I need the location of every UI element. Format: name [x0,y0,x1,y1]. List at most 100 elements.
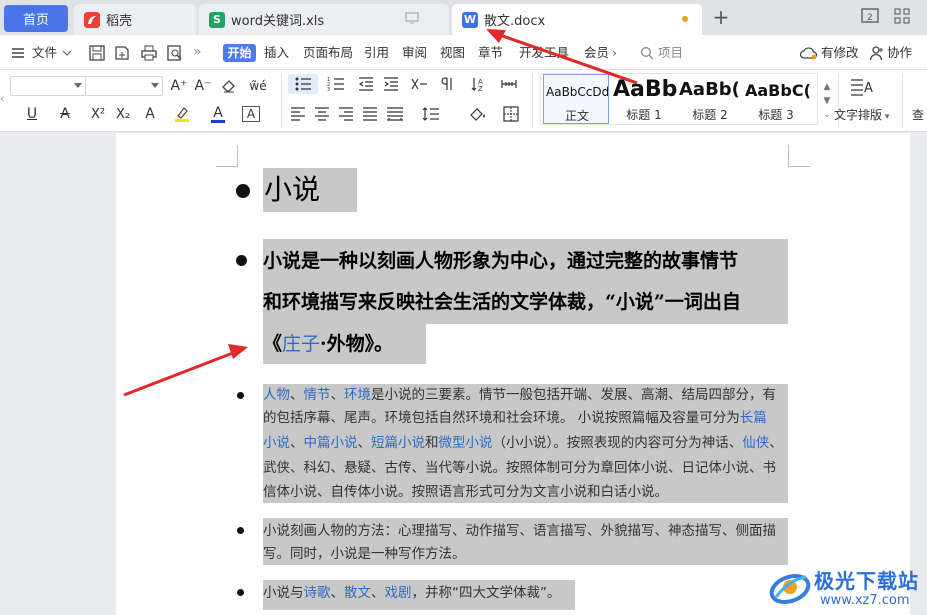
link-xianxia[interactable]: 仙侠 [742,435,769,451]
paragraph-mark-icon[interactable] [438,74,460,94]
search-label[interactable]: 项目 [658,35,683,70]
line-spacing-icon[interactable] [418,104,444,124]
menu-devtools[interactable]: 开发工具 [519,35,569,70]
link-sanwen[interactable]: 散文 [344,585,371,601]
clear-format-icon[interactable] [220,76,238,96]
style-normal[interactable]: AaBbCcDd 正文 [543,74,609,124]
bullet-list-icon[interactable] [288,74,318,94]
tab-daoke[interactable]: 稻壳 [74,4,196,35]
chevron-down-icon[interactable] [62,49,72,57]
numbered-list-icon[interactable]: 123 [323,74,349,94]
strikethrough-icon[interactable]: A [55,104,75,124]
align-left-icon[interactable] [288,104,308,124]
align-center-icon[interactable] [312,104,332,124]
link-xiaoshuo[interactable]: 小说 [263,435,290,451]
borders-icon[interactable] [498,104,524,124]
menu-insert[interactable]: 插入 [264,35,289,70]
link-renwu[interactable]: 人物 [263,387,290,403]
tab-xls[interactable]: S word关键词.xls [199,4,449,35]
highlight-icon[interactable] [172,104,192,124]
save-icon[interactable] [88,44,106,62]
increase-indent-icon[interactable] [381,74,401,94]
window-layout-icon[interactable]: 2 [860,6,880,26]
justify-icon[interactable] [360,104,380,124]
search-icon[interactable] [640,46,654,60]
sort-icon[interactable]: AZ [466,74,492,94]
menu-more-icon[interactable]: › [612,35,617,70]
styles-scroll-icon[interactable]: ▲ ▼ ⌄ [821,80,833,128]
link-changpian[interactable]: 长篇 [740,410,767,426]
menu-start[interactable]: 开始 [223,44,256,62]
print-icon[interactable] [140,44,158,62]
chinese-layout-icon[interactable] [406,74,432,94]
doc-title[interactable]: 小说 [264,172,320,208]
font-size-combo[interactable] [85,76,163,96]
doc-bullet3-line1[interactable]: 小说与诗歌、散文、戏剧，并称“四大文学体裁”。 [263,582,561,604]
style-heading2[interactable]: AaBb( 标题 2 [677,74,743,124]
screen-icon[interactable] [405,12,419,24]
doc-para-bold-line1[interactable]: 小说是一种以刻画人物形象为中心，通过完整的故事情节 [263,247,738,275]
link-huanjing[interactable]: 环境 [344,387,371,403]
doc-bullet1-line1[interactable]: 人物、情节、环境是小说的三要素。情节一般包括开端、发展、高潮、结局四部分，有 [263,384,776,406]
collaborate-button[interactable]: 协作 [887,35,912,70]
link-zhuangzi[interactable]: 庄子 [282,333,320,355]
show-marks-icon[interactable] [498,74,520,94]
link-qingjie[interactable]: 情节 [304,387,331,403]
doc-bullet2-line2[interactable]: 写。同时，小说是一种写作方法。 [263,543,466,565]
print-preview-icon[interactable] [166,44,184,62]
text-effect-icon[interactable]: A [140,104,160,124]
distribute-icon[interactable] [384,104,406,124]
link-shige[interactable]: 诗歌 [304,585,331,601]
menu-layout[interactable]: 页面布局 [303,35,353,70]
text-layout-button[interactable]: 文字排版 ▾ [834,106,889,123]
daoke-icon [84,11,100,28]
subscript-icon[interactable]: X₂ [113,104,133,124]
menu-reference[interactable]: 引用 [364,35,389,70]
menu-file[interactable]: 文件 [32,35,57,70]
superscript-icon[interactable]: X² [88,104,108,124]
text-layout-icon[interactable]: A [848,76,878,98]
watermark: 极光下载站 www.xz7.com [768,563,923,615]
doc-bullet1-line4[interactable]: 武侠、科幻、悬疑、古传、当代等小说。按照体制可分为章回体小说、日记体小说、书 [263,457,776,479]
doc-bullet1-line5[interactable]: 信体小说、自传体小说。按照语言形式可分为文言小说和白话小说。 [263,481,668,503]
doc-para-bold-line3[interactable]: 《庄子·外物》。 [263,330,393,358]
link-weixing[interactable]: 微型小说 [439,435,493,451]
find-button[interactable]: 查 [912,106,924,123]
phonetic-guide-icon[interactable]: w̃é [244,76,272,96]
menu-view[interactable]: 视图 [440,35,465,70]
underline-icon[interactable]: U [22,104,42,124]
grow-font-icon[interactable]: A⁺ [170,76,188,96]
link-zhongpian[interactable]: 中篇小说 [304,435,358,451]
decrease-indent-icon[interactable] [356,74,376,94]
menu-chapter[interactable]: 章节 [478,35,503,70]
apps-grid-icon[interactable] [892,6,912,26]
doc-bullet1-line3[interactable]: 小说、中篇小说、短篇小说和微型小说（小小说）。按照表现的内容可分为神话、仙侠、 [263,432,783,454]
doc-bullet2-line1[interactable]: 小说刻画人物的方法：心理描写、动作描写、语言描写、外貌描写、神态描写、侧面描 [263,520,776,542]
tab-doc[interactable]: W 散文.docx [452,4,702,35]
font-color-icon[interactable]: A [208,104,228,124]
shading-icon[interactable] [464,104,490,124]
link-duanpian[interactable]: 短篇小说 [371,435,425,451]
menu-member[interactable]: 会员 [584,35,609,70]
style-heading3[interactable]: AaBbC( 标题 3 [743,74,815,124]
svg-text:3: 3 [327,87,330,92]
ribbon-scroll-left-icon[interactable]: ‹ [0,92,8,112]
cloud-sync-icon[interactable] [800,45,818,61]
doc-para-bold-line2[interactable]: 和环境描写来反映社会生活的文学体裁，“小说”一词出自 [263,288,741,316]
align-right-icon[interactable] [336,104,356,124]
tab-home[interactable]: 首页 [4,5,68,32]
export-icon[interactable] [113,44,131,62]
char-border-icon[interactable]: A [242,106,260,122]
hamburger-menu-icon[interactable] [10,45,26,61]
style-heading1[interactable]: AaBb 标题 1 [611,74,677,124]
new-tab-plus-icon[interactable]: + [709,6,733,30]
doc-bullet1-line2[interactable]: 的包括序幕、尾声。环境包括自然环境和社会环境。 小说按照篇幅及容量可分为长篇 [263,407,767,429]
collaborate-user-icon[interactable] [869,45,885,61]
more-chevron-icon[interactable]: » [193,35,202,70]
link-xiju[interactable]: 戏剧 [385,585,412,601]
shrink-font-icon[interactable]: A⁻ [194,76,212,96]
changes-status[interactable]: 有修改 [821,35,859,70]
font-name-combo[interactable] [10,76,86,96]
menu-review[interactable]: 审阅 [402,35,427,70]
vertical-scroll-area[interactable] [910,133,927,615]
